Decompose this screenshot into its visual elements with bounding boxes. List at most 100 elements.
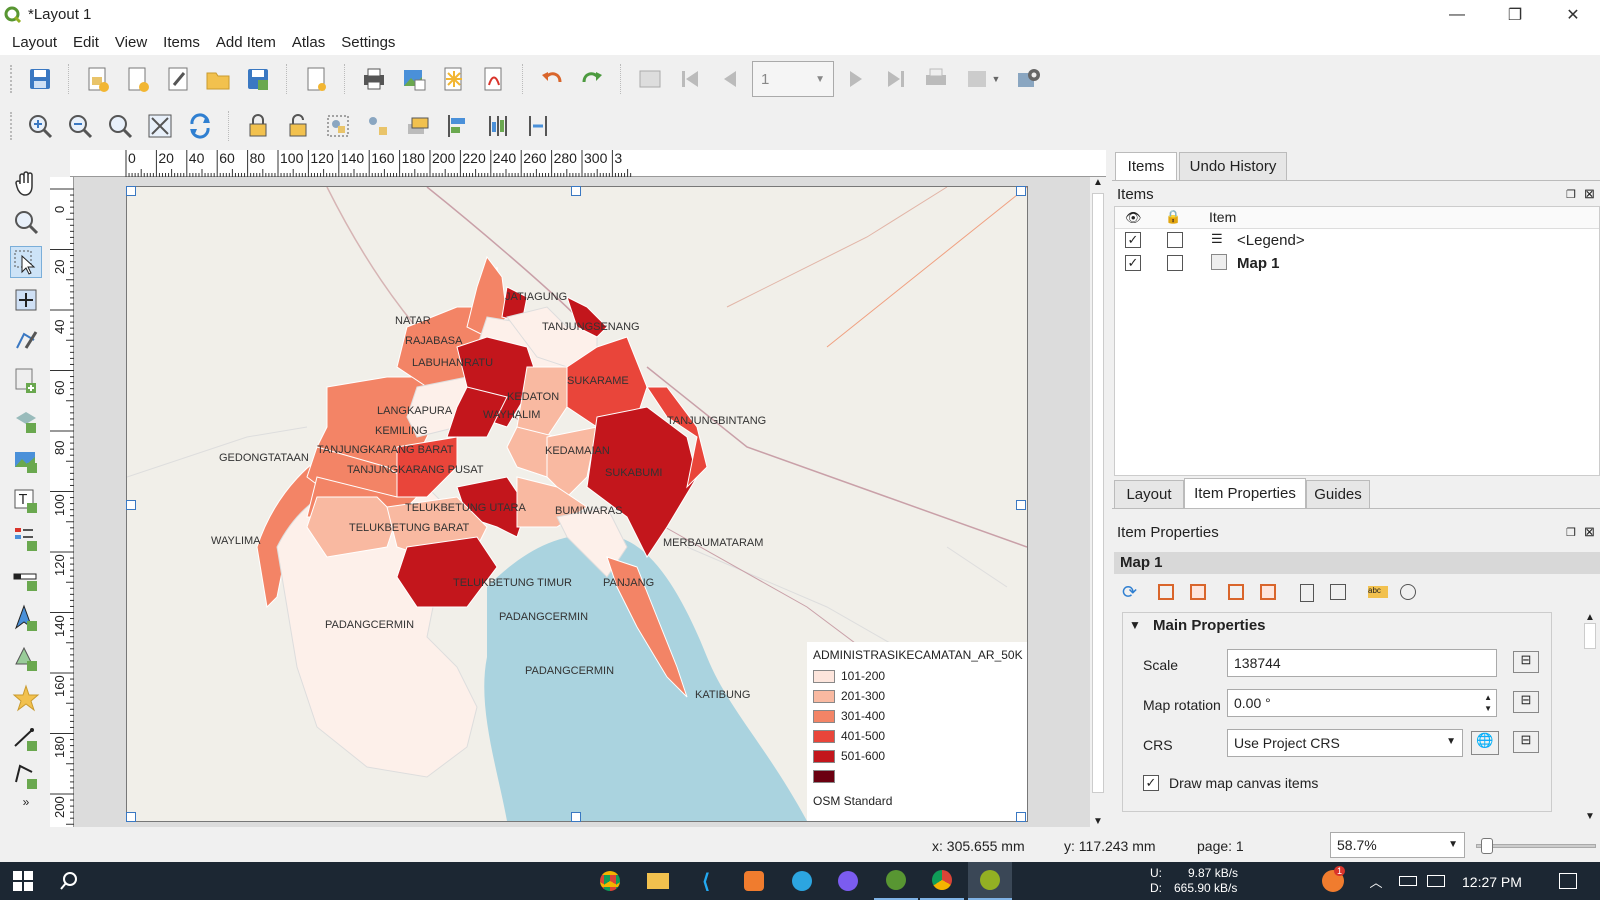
add-label-button[interactable]: T — [10, 484, 42, 516]
item-row-map[interactable]: ✓ Map 1 — [1115, 252, 1599, 275]
select-tool-button[interactable] — [10, 246, 42, 278]
notification-app-icon[interactable]: 1 — [1316, 862, 1350, 900]
close-panel-icon[interactable]: ⊠ — [1584, 524, 1595, 540]
atlas-page-combo[interactable]: 1 ▼ — [752, 61, 834, 97]
clipping-icon[interactable] — [1400, 584, 1416, 600]
move-content-button[interactable] — [10, 284, 42, 316]
menu-atlas[interactable]: Atlas — [284, 34, 333, 51]
selection-handle[interactable] — [1016, 500, 1026, 510]
chrome-taskbar-icon-2[interactable] — [920, 862, 964, 900]
network-icon[interactable] — [1424, 862, 1448, 900]
selection-handle[interactable] — [126, 500, 136, 510]
selection-handle[interactable] — [126, 186, 136, 196]
resize-items-button[interactable] — [520, 108, 556, 144]
layout-manager-button[interactable] — [160, 61, 196, 97]
add-legend-button[interactable] — [10, 522, 42, 554]
chrome-taskbar-icon[interactable] — [588, 862, 632, 900]
zoom-out-button[interactable] — [62, 108, 98, 144]
zoom-tool-button[interactable] — [10, 206, 42, 238]
add-polygon-button[interactable] — [10, 760, 42, 792]
scroll-up-arrow-icon[interactable]: ▲ — [1090, 177, 1106, 188]
atlas-next-button[interactable] — [838, 61, 874, 97]
add-map-button[interactable] — [10, 364, 42, 396]
group-items-button[interactable] — [320, 108, 356, 144]
zoom-slider[interactable] — [1476, 838, 1596, 854]
canvas-vertical-scrollbar[interactable]: ▲ ▼ — [1090, 177, 1106, 827]
tab-layout[interactable]: Layout — [1114, 480, 1184, 508]
minimize-button[interactable]: — — [1428, 0, 1486, 29]
close-panel-icon[interactable]: ⊠ — [1584, 186, 1595, 202]
export-svg-button[interactable] — [436, 61, 472, 97]
menu-edit[interactable]: Edit — [65, 34, 107, 51]
menu-items[interactable]: Items — [155, 34, 208, 51]
undo-button[interactable] — [534, 61, 570, 97]
move-to-extent-icon[interactable] — [1228, 584, 1244, 600]
refresh-map-icon[interactable]: ⟳ — [1122, 582, 1137, 603]
data-defined-override-icon[interactable]: ⊟ — [1513, 731, 1539, 753]
select-crs-globe-icon[interactable]: 🌐 — [1471, 731, 1499, 755]
refresh-button[interactable] — [182, 108, 218, 144]
edit-nodes-button[interactable] — [10, 324, 42, 356]
add-3d-map-button[interactable] — [10, 404, 42, 436]
tab-items[interactable]: Items — [1115, 152, 1177, 180]
duplicate-layout-button[interactable] — [120, 61, 156, 97]
tab-undo-history[interactable]: Undo History — [1179, 152, 1287, 180]
zoom-combo[interactable]: 58.7% ▼ — [1330, 832, 1465, 858]
tab-item-properties[interactable]: Item Properties — [1184, 478, 1306, 508]
toolbar-handle[interactable] — [10, 65, 14, 93]
save-template-button[interactable] — [240, 61, 276, 97]
zoom-slider-handle[interactable] — [1481, 838, 1493, 854]
visibility-checkbox[interactable]: ✓ — [1125, 232, 1141, 248]
atlas-previous-button[interactable] — [712, 61, 748, 97]
zoom-extent-icon[interactable] — [1260, 584, 1276, 600]
zoom-full-button[interactable] — [142, 108, 178, 144]
align-items-button[interactable] — [440, 108, 476, 144]
spin-arrows-icon[interactable]: ▲ ▼ — [1484, 692, 1492, 714]
atlas-first-button[interactable] — [672, 61, 708, 97]
set-extent-icon[interactable] — [1158, 584, 1174, 600]
file-explorer-icon[interactable] — [636, 862, 680, 900]
telegram-icon[interactable] — [780, 862, 824, 900]
start-button[interactable] — [0, 862, 46, 900]
close-window-button[interactable]: ✕ — [1544, 0, 1600, 29]
export-image-button[interactable] — [396, 61, 432, 97]
data-defined-override-icon[interactable]: ⊟ — [1513, 691, 1539, 713]
menu-view[interactable]: View — [107, 34, 155, 51]
search-button[interactable] — [46, 862, 92, 900]
item-row-legend[interactable]: ✓ ☰ <Legend> — [1115, 229, 1599, 252]
add-scalebar-button[interactable] — [10, 562, 42, 594]
qgis-taskbar-icon[interactable] — [874, 862, 918, 900]
zoom-actual-button[interactable] — [102, 108, 138, 144]
lock-checkbox[interactable] — [1167, 232, 1183, 248]
selection-handle[interactable] — [571, 812, 581, 822]
atlas-last-button[interactable] — [878, 61, 914, 97]
selection-handle[interactable] — [571, 186, 581, 196]
vscode-icon[interactable]: ⟨ — [684, 862, 728, 900]
scroll-up-arrow-icon[interactable]: ▲ — [1582, 612, 1598, 623]
action-center-icon[interactable] — [1548, 862, 1588, 900]
scale-input[interactable]: 138744 — [1227, 649, 1497, 677]
layout-page[interactable]: NATAR RAJABASA LABUHANRATU TANJUNGSENANG… — [126, 186, 1028, 822]
collapse-triangle-icon[interactable]: ▼ — [1129, 618, 1141, 632]
tab-guides[interactable]: Guides — [1306, 480, 1370, 508]
add-marker-button[interactable] — [10, 682, 42, 714]
export-pdf-button[interactable] — [476, 61, 512, 97]
app-purple-icon[interactable] — [826, 862, 870, 900]
add-template-button[interactable] — [200, 61, 236, 97]
app-orange-icon[interactable] — [732, 862, 776, 900]
crs-select[interactable]: Use Project CRS ▼ — [1227, 729, 1463, 757]
clock-time[interactable]: 12:27 PM — [1462, 874, 1522, 890]
zoom-in-button[interactable] — [22, 108, 58, 144]
visibility-checkbox[interactable]: ✓ — [1125, 255, 1141, 271]
pan-tool-button[interactable] — [10, 168, 42, 200]
raise-items-button[interactable] — [400, 108, 436, 144]
add-polyline-button[interactable] — [10, 722, 42, 754]
ungroup-items-button[interactable] — [360, 108, 396, 144]
lock-checkbox[interactable] — [1167, 255, 1183, 271]
menu-add-item[interactable]: Add Item — [208, 34, 284, 51]
float-panel-icon[interactable]: ❐ — [1566, 526, 1576, 539]
scroll-down-arrow-icon[interactable]: ▼ — [1582, 811, 1598, 822]
more-tools-icon[interactable]: » — [10, 792, 42, 812]
restore-button[interactable]: ❐ — [1486, 0, 1544, 29]
atlas-print-button[interactable] — [918, 61, 954, 97]
